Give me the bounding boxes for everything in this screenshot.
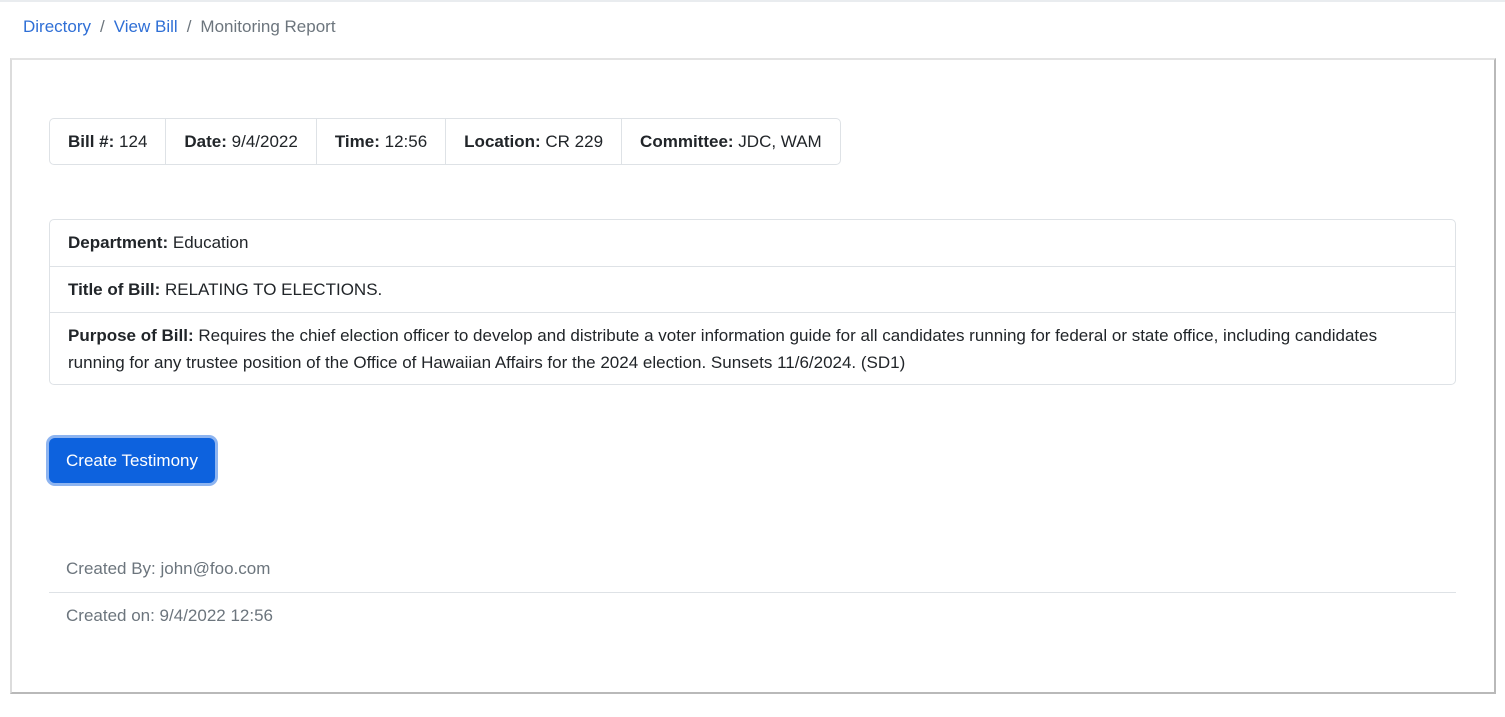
committee-label: Committee: bbox=[640, 131, 734, 151]
created-on: Created on: 9/4/2022 12:56 bbox=[49, 592, 1456, 638]
created-by: Created By: john@foo.com bbox=[66, 559, 271, 578]
time-label: Time: bbox=[334, 131, 380, 151]
bill-number-cell: Bill #: 124 bbox=[50, 119, 165, 164]
department-value: Education bbox=[172, 233, 249, 252]
top-divider bbox=[0, 0, 1505, 2]
date-label: Date: bbox=[184, 131, 227, 151]
committee-cell: Committee: JDC, WAM bbox=[621, 119, 840, 164]
purpose-label: Purpose of Bill: bbox=[68, 326, 194, 345]
time-value: 12:56 bbox=[384, 131, 428, 151]
department-row: Department: Education bbox=[50, 220, 1455, 266]
committee-value: JDC, WAM bbox=[738, 131, 822, 151]
breadcrumb-link-directory[interactable]: Directory bbox=[23, 17, 91, 37]
location-value: CR 229 bbox=[545, 131, 604, 151]
breadcrumb-separator: / bbox=[100, 17, 105, 36]
purpose-value: Requires the chief election officer to d… bbox=[68, 326, 1378, 372]
breadcrumb-separator: / bbox=[186, 17, 192, 36]
date-value: 9/4/2022 bbox=[231, 131, 298, 151]
bill-details-list: Department: Education Title of Bill: REL… bbox=[49, 219, 1456, 385]
create-testimony-button[interactable]: Create Testimony bbox=[49, 438, 215, 483]
record-meta: Created By: john@foo.com Created on: 9/4… bbox=[49, 546, 1456, 638]
date-cell: Date: 9/4/2022 bbox=[165, 119, 315, 164]
location-cell: Location: CR 229 bbox=[445, 119, 621, 164]
bill-info-strip: Bill #: 124 Date: 9/4/2022 Time: 12:56 L… bbox=[49, 118, 841, 165]
title-label: Title of Bill: bbox=[68, 280, 161, 299]
department-label: Department: bbox=[68, 233, 169, 252]
breadcrumb: Directory / View Bill / Monitoring Repor… bbox=[23, 14, 336, 40]
title-row: Title of Bill: RELATING TO ELECTIONS. bbox=[50, 266, 1455, 312]
breadcrumb-current: Monitoring Report bbox=[200, 17, 336, 36]
title-value: RELATING TO ELECTIONS. bbox=[164, 280, 383, 299]
purpose-row: Purpose of Bill: Requires the chief elec… bbox=[50, 312, 1455, 384]
time-cell: Time: 12:56 bbox=[315, 119, 445, 164]
bill-number-label: Bill #: bbox=[68, 131, 115, 151]
monitoring-report-card: Bill #: 124 Date: 9/4/2022 Time: 12:56 L… bbox=[10, 58, 1496, 694]
bill-number-value: 124 bbox=[119, 131, 148, 151]
breadcrumb-link-view-bill[interactable]: View Bill bbox=[114, 17, 178, 37]
location-label: Location: bbox=[464, 131, 541, 151]
